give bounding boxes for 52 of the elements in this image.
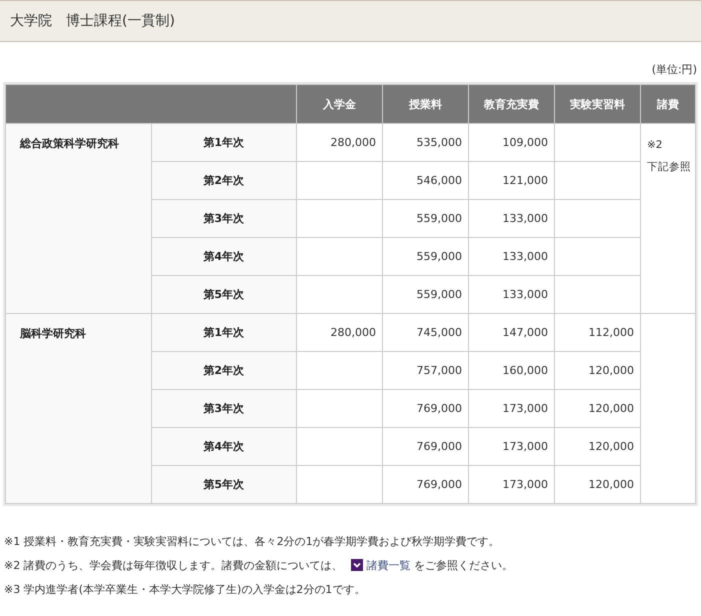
year-cell: 第5年次 xyxy=(151,466,296,504)
table-cell: 745,000 xyxy=(382,314,468,352)
column-header: 入学金 xyxy=(296,84,382,124)
table-cell: 147,000 xyxy=(468,314,554,352)
column-header: 授業料 xyxy=(382,84,468,124)
table-cell: 109,000 xyxy=(468,124,554,162)
footnote: ※3 学内進学者(本学卒業生・本学大学院修了生)の入学金は2分の1です。 xyxy=(4,582,366,598)
table-cell: 769,000 xyxy=(382,390,468,428)
table-cell: 120,000 xyxy=(554,466,640,504)
table-cell: 769,000 xyxy=(382,428,468,466)
table-cell: 559,000 xyxy=(382,238,468,276)
year-cell: 第2年次 xyxy=(151,162,296,200)
table-cell: 173,000 xyxy=(468,466,554,504)
table-cell: 173,000 xyxy=(468,428,554,466)
year-cell: 第1年次 xyxy=(151,314,296,352)
table-cell: 280,000 xyxy=(296,124,382,162)
table-cell: 769,000 xyxy=(382,466,468,504)
table-cell: 559,000 xyxy=(382,276,468,314)
page-title: 大学院 博士課程(一貫制) xyxy=(10,12,175,30)
table-cell: 757,000 xyxy=(382,352,468,390)
column-header: 諸費 xyxy=(640,84,696,124)
year-cell: 第3年次 xyxy=(151,390,296,428)
year-cell: 第3年次 xyxy=(151,200,296,238)
column-header: 教育充実費 xyxy=(468,84,554,124)
misc-cell: ※2 下記参照 xyxy=(640,124,696,314)
year-cell: 第4年次 xyxy=(151,238,296,276)
footnote: ※2 諸費のうち、学会費は毎年徴収します。諸費の金額については、 諸費一覧 をご参照ください。 xyxy=(4,558,514,574)
table-cell: 535,000 xyxy=(382,124,468,162)
chevron-down-icon xyxy=(350,559,363,571)
table-cell: 120,000 xyxy=(554,428,640,466)
table-cell: 133,000 xyxy=(468,238,554,276)
table-cell: 559,000 xyxy=(382,200,468,238)
table-cell: 160,000 xyxy=(468,352,554,390)
year-cell: 第2年次 xyxy=(151,352,296,390)
year-cell: 第1年次 xyxy=(151,124,296,162)
table-cell: 133,000 xyxy=(468,276,554,314)
table-cell: 546,000 xyxy=(382,162,468,200)
table-cell: 120,000 xyxy=(554,352,640,390)
table-cell: 120,000 xyxy=(554,390,640,428)
table-cell: 112,000 xyxy=(554,314,640,352)
year-cell: 第5年次 xyxy=(151,276,296,314)
footnote: ※1 授業料・教育充実費・実験実習料については、各々2分の1が春学期学費および秋学期学費です。 xyxy=(4,534,501,550)
fee-list-link[interactable]: 諸費一覧 xyxy=(366,559,411,572)
table-cell: 133,000 xyxy=(468,200,554,238)
year-cell: 第4年次 xyxy=(151,428,296,466)
table-cell: 280,000 xyxy=(296,314,382,352)
department-cell: 脳科学研究科 xyxy=(6,314,151,504)
unit-label: (単位:円) xyxy=(652,62,697,76)
column-header: 実験実習料 xyxy=(554,84,640,124)
department-cell: 総合政策科学研究科 xyxy=(6,124,151,314)
table-cell: 173,000 xyxy=(468,390,554,428)
table-cell: 121,000 xyxy=(468,162,554,200)
